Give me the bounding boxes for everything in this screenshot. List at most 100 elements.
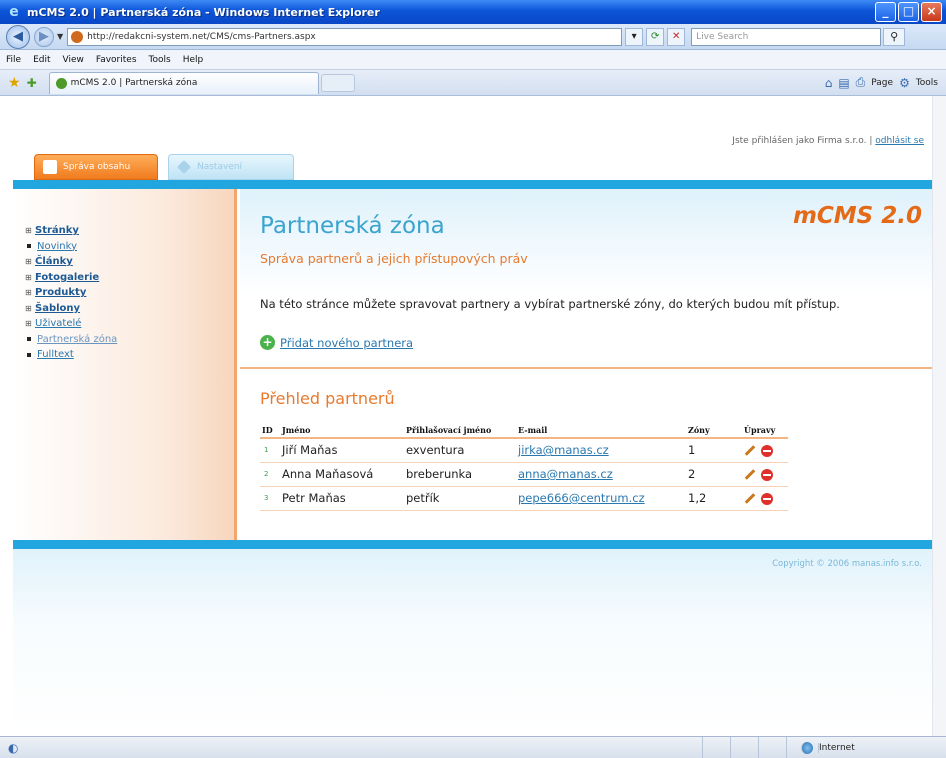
sidebar-item-products[interactable]: ⊞ Produkty — [25, 285, 234, 301]
new-tab-button[interactable] — [320, 73, 355, 92]
delete-icon[interactable] — [761, 492, 773, 505]
row-email[interactable]: jirka@manas.cz — [518, 443, 609, 457]
menu-edit[interactable]: Edit — [27, 55, 56, 65]
row-name: Jiří Maňas — [280, 438, 404, 463]
row-zones: 1 — [686, 438, 742, 463]
feeds-icon[interactable]: ▤ — [838, 76, 849, 90]
sidebar-item-templates[interactable]: ⊞ Šablony — [25, 301, 234, 317]
row-email[interactable]: pepe666@centrum.cz — [518, 491, 645, 505]
site-favicon-icon — [71, 30, 84, 43]
expand-icon[interactable]: ⊞ — [25, 288, 35, 297]
row-email-cell: jirka@manas.cz — [516, 438, 686, 463]
menu-file[interactable]: File — [0, 55, 27, 65]
row-actions — [742, 462, 788, 487]
back-button[interactable]: ◀ — [6, 24, 30, 49]
sidebar-item-gallery[interactable]: ⊞ Fotogalerie — [25, 270, 234, 286]
menu-bar: File Edit View Favorites Tools Help — [0, 50, 946, 70]
add-favorites-icon[interactable]: ✚ — [27, 76, 37, 90]
refresh-icon[interactable]: ⟳ — [646, 27, 665, 46]
ie-logo-icon: e — [9, 4, 19, 20]
minimize-button[interactable]: _ — [875, 2, 896, 22]
close-window-button[interactable]: × — [921, 2, 942, 22]
wrench-icon — [177, 160, 191, 174]
sidebar-item-articles[interactable]: ⊞ Články — [25, 254, 234, 270]
tab-label: Nastavení — [197, 162, 243, 172]
tab-favicon-icon — [55, 77, 67, 89]
url-dropdown-icon[interactable]: ▾ — [625, 27, 644, 46]
history-dropdown-icon[interactable]: ▼ — [57, 32, 63, 41]
table-row: 3 Petr Maňas petřík pepe666@centrum.cz 1… — [260, 486, 788, 511]
tools-gear-icon[interactable]: ⚙ — [899, 76, 910, 90]
add-partner-label[interactable]: Přidat nového partnera — [280, 336, 413, 350]
tab-bar: ★ ✚ mCMS 2.0 | Partnerská zóna ⌂ ▤ ⎙ Pag… — [0, 70, 946, 96]
row-actions — [742, 486, 788, 511]
menu-tools[interactable]: Tools — [143, 55, 177, 65]
menu-view[interactable]: View — [57, 55, 90, 65]
section-title: Přehled partnerů — [260, 389, 395, 408]
sidebar-nav: ⊞ Stránky Novinky ⊞ Články ⊞ Fotogalerie ⊞ P… — [13, 189, 237, 540]
delete-icon[interactable] — [761, 444, 773, 457]
page-status-icon: ◐ — [8, 740, 19, 755]
partners-table: ID Jméno Přihlašovací jméno E-mail Zóny … — [260, 423, 788, 511]
vertical-scrollbar[interactable] — [932, 96, 946, 736]
tab-settings[interactable]: Nastavení — [168, 154, 294, 180]
bullet-icon — [27, 352, 31, 357]
page-menu[interactable]: Page — [871, 78, 893, 88]
expand-icon[interactable]: ⊞ — [25, 226, 35, 235]
sidebar-item-pages[interactable]: ⊞ Stránky — [25, 223, 234, 239]
row-login: exventura — [404, 438, 516, 463]
sidebar-item-fulltext[interactable]: Fulltext — [25, 347, 234, 363]
expand-icon[interactable]: ⊞ — [25, 257, 35, 266]
forward-button[interactable]: ▶ — [34, 26, 54, 47]
row-zones: 2 — [686, 462, 742, 487]
logged-in-text: Jste přihlášen jako Firma s.r.o. — [732, 136, 867, 146]
sidebar-item-news[interactable]: Novinky — [25, 239, 234, 255]
row-actions — [742, 438, 788, 463]
row-email-cell: pepe666@centrum.cz — [516, 486, 686, 511]
tab-content-management[interactable]: Správa obsahu — [34, 154, 158, 180]
expand-icon[interactable]: ⊞ — [25, 319, 35, 328]
security-zone[interactable]: Internet — [786, 737, 946, 758]
tools-menu[interactable]: Tools — [916, 78, 938, 88]
favorites-star-icon[interactable]: ★ — [8, 75, 21, 91]
edit-pencil-icon[interactable] — [744, 445, 756, 457]
row-zones: 1,2 — [686, 486, 742, 511]
edit-pencil-icon[interactable] — [744, 469, 756, 480]
status-bar: ◐ Internet — [0, 736, 946, 758]
row-email[interactable]: anna@manas.cz — [518, 467, 613, 481]
row-id: 2 — [260, 462, 280, 487]
sidebar-item-users[interactable]: ⊞ Uživatelé — [25, 316, 234, 332]
search-input[interactable]: Live Search — [691, 27, 882, 46]
menu-help[interactable]: Help — [177, 55, 210, 65]
delete-icon[interactable] — [761, 468, 773, 481]
browser-tab[interactable]: mCMS 2.0 | Partnerská zóna — [48, 71, 319, 94]
logout-link[interactable]: odhlásit se — [875, 136, 924, 146]
edit-pencil-icon[interactable] — [744, 493, 756, 504]
sidebar-item-partner-zone[interactable]: Partnerská zóna — [25, 332, 234, 348]
row-id: 1 — [260, 438, 280, 463]
table-header-row: ID Jméno Přihlašovací jméno E-mail Zóny … — [260, 423, 788, 439]
expand-icon[interactable]: ⊞ — [25, 273, 35, 282]
content-area: Partnerská zóna mCMS 2.0 Správa partnerů… — [240, 189, 934, 540]
search-icon[interactable]: ⚲ — [883, 27, 906, 46]
col-email: E-mail — [516, 423, 686, 439]
maximize-button[interactable]: □ — [898, 2, 919, 22]
row-login: breberunka — [404, 462, 516, 487]
url-input[interactable]: http://redakcni-system.net/CMS/cms-Partn… — [67, 27, 623, 46]
stop-icon[interactable]: ✕ — [667, 27, 686, 46]
table-row: 2 Anna Maňasová breberunka anna@manas.cz… — [260, 462, 788, 487]
add-partner-link[interactable]: + Přidat nového partnera — [260, 335, 413, 350]
intro-text: Na této stránce můžete spravovat partner… — [260, 297, 840, 311]
table-row: 1 Jiří Maňas exventura jirka@manas.cz 1 — [260, 438, 788, 463]
expand-icon[interactable]: ⊞ — [25, 304, 35, 313]
address-bar: ◀ ▶ ▼ http://redakcni-system.net/CMS/cms… — [0, 24, 946, 50]
status-panel — [730, 737, 758, 758]
status-panel — [758, 737, 786, 758]
col-login: Přihlašovací jméno — [404, 423, 516, 439]
user-status: Jste přihlášen jako Firma s.r.o. | odhlá… — [732, 136, 924, 146]
home-icon[interactable]: ⌂ — [825, 76, 833, 90]
menu-favorites[interactable]: Favorites — [90, 55, 143, 65]
print-icon[interactable]: ⎙ — [856, 75, 866, 90]
zone-label: Internet — [818, 742, 855, 753]
bullet-icon — [27, 337, 31, 342]
